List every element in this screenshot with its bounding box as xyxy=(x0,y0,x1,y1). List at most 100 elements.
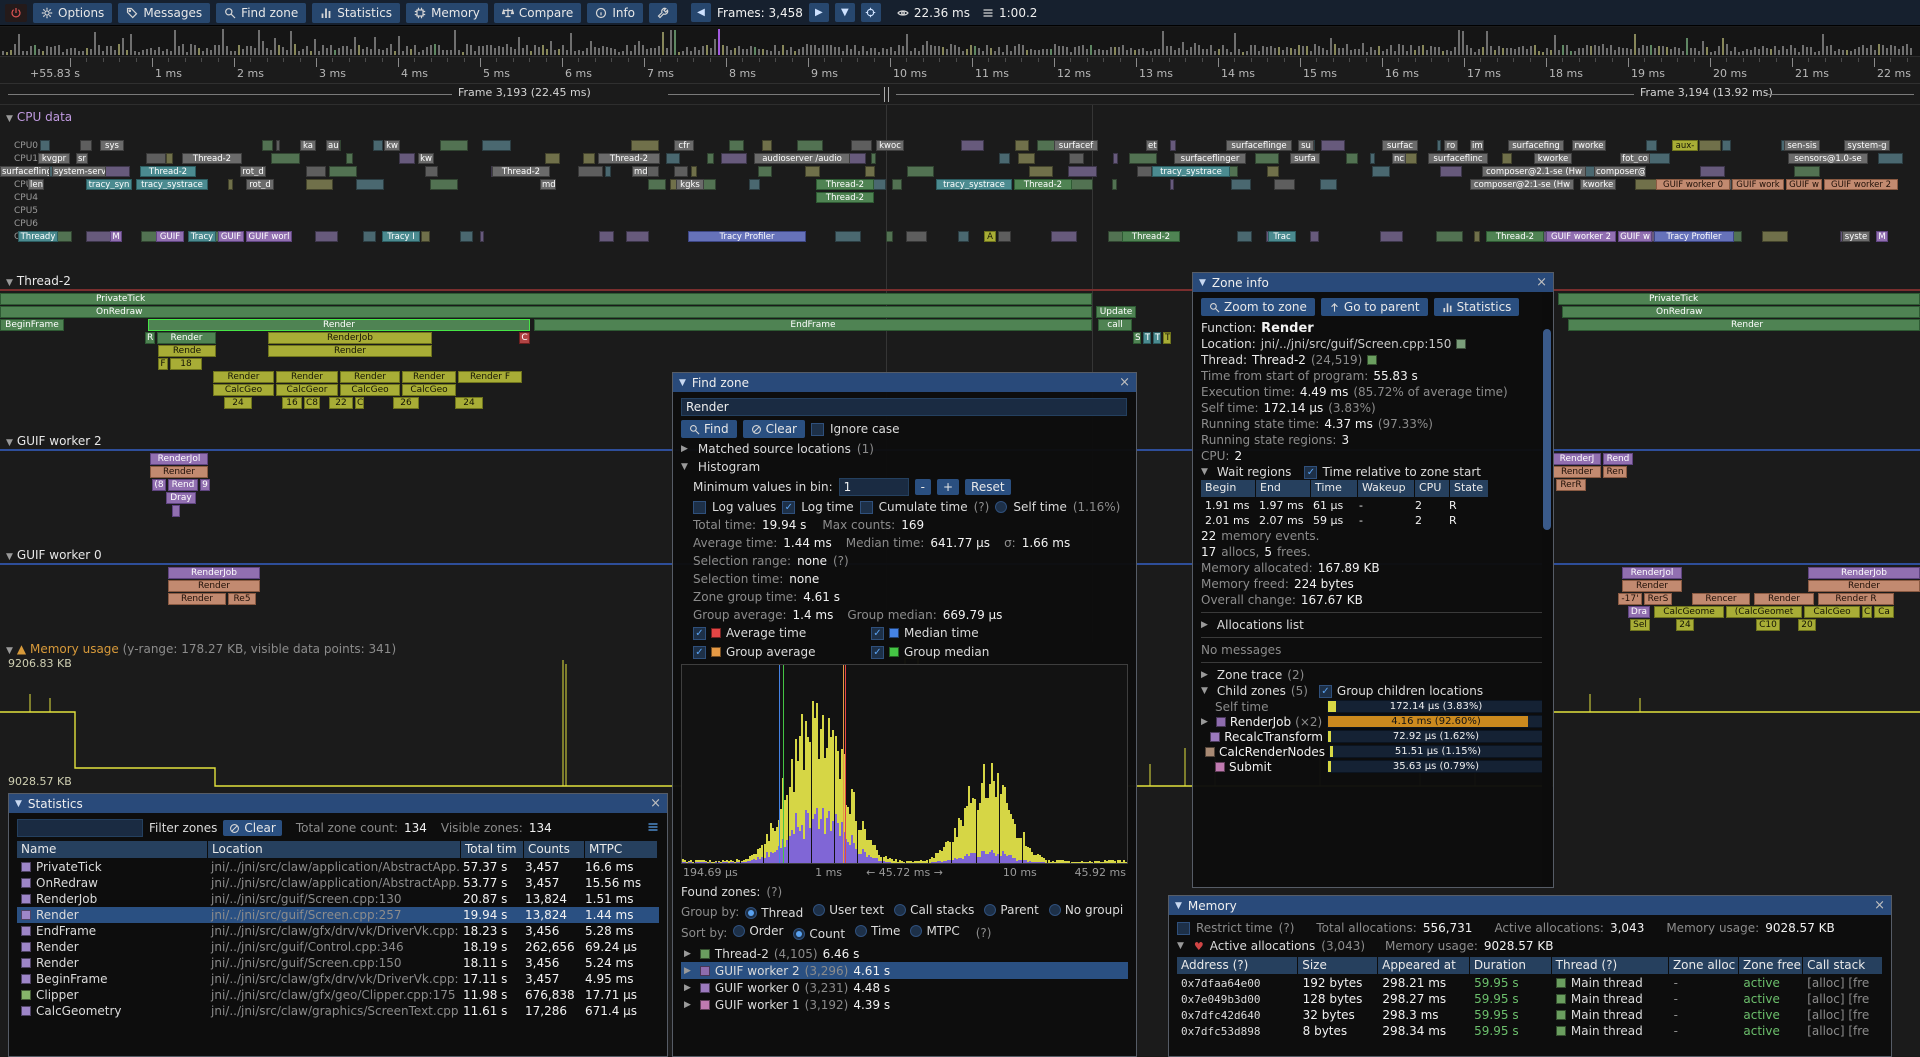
timeline-zone[interactable]: 20 xyxy=(1798,619,1816,631)
cpu-zone[interactable] xyxy=(721,153,748,164)
timeline-zone[interactable]: A xyxy=(984,231,996,242)
timeline-zone[interactable]: CalcGeo xyxy=(213,384,274,396)
cpu-zone[interactable] xyxy=(1237,231,1251,242)
cpu-zone[interactable] xyxy=(440,140,468,151)
cpu-zone[interactable] xyxy=(1170,140,1177,151)
timeline-zone[interactable]: Tracy xyxy=(188,231,216,242)
memory-column-header[interactable]: Size xyxy=(1298,957,1377,974)
cpu-zone[interactable] xyxy=(1129,153,1158,164)
wait-table-row[interactable]: 2.01 ms2.07 ms59 µs-2R xyxy=(1201,513,1545,528)
timeline-zone[interactable]: su xyxy=(1298,140,1314,151)
cpu-zone[interactable] xyxy=(797,140,823,151)
toolbar-button-options[interactable]: Options xyxy=(33,3,112,23)
timeline-zone[interactable]: au xyxy=(326,140,340,151)
timeline-zone[interactable]: 9 xyxy=(200,479,210,491)
memory-column-header[interactable]: Duration xyxy=(1470,957,1551,974)
cpu-zone[interactable] xyxy=(1635,179,1656,190)
table-row[interactable]: Clipperjni/../jni/src/claw/gfx/geo/Clipp… xyxy=(17,987,659,1003)
timeline-zone[interactable]: Rencer xyxy=(1692,593,1750,605)
cpu-zone[interactable] xyxy=(1762,231,1788,242)
timeline-zone[interactable]: len xyxy=(28,179,44,190)
timeline-zone[interactable]: CalcGeo xyxy=(402,384,456,396)
timeline-zone[interactable]: RerR xyxy=(1556,479,1586,491)
found-zone-group[interactable]: ▶GUIF worker 1(3,192)4.39 s xyxy=(681,996,1128,1013)
call-stack-cell[interactable]: [alloc] [fre xyxy=(1803,992,1883,1006)
address-cell[interactable]: 0x7dfc42d640 xyxy=(1177,1009,1299,1022)
timeline-zone[interactable]: tracy_systrace xyxy=(1152,166,1230,177)
sort-by-order[interactable]: Order xyxy=(733,924,783,938)
timeline-zone[interactable]: Render xyxy=(157,332,216,344)
legend-item-median-time[interactable]: Median time xyxy=(871,626,1128,640)
log-time-checkbox[interactable] xyxy=(782,501,795,514)
allocation-row[interactable]: 0x7dfc53d8988 bytes298.34 ms59.95 sMain … xyxy=(1177,1023,1883,1039)
timeline-zone[interactable]: system-g xyxy=(1844,140,1890,151)
cpu-zone[interactable] xyxy=(1646,140,1657,151)
timeline-zone[interactable]: Thread-2 xyxy=(1122,231,1180,242)
timeline-zone[interactable]: M xyxy=(110,231,122,242)
timeline-zone[interactable]: F xyxy=(158,358,168,370)
table-row[interactable]: OnRedrawjni/../jni/src/claw/application/… xyxy=(17,875,659,891)
timeline-zone[interactable]: GUIF work xyxy=(1732,179,1784,190)
expand-icon[interactable]: ▶ xyxy=(1201,670,1208,680)
cpu-zone[interactable] xyxy=(1794,166,1819,177)
allocation-row[interactable]: 0x7dfc42d64032 bytes298.3 ms59.95 sMain … xyxy=(1177,1007,1883,1023)
timeline-zone[interactable]: Trac xyxy=(1268,231,1296,242)
timeline-zone[interactable]: RenderJob xyxy=(1808,567,1920,579)
cpu-zone[interactable] xyxy=(166,153,172,164)
found-zone-group[interactable]: ▶Thread-2(4,105)6.46 s xyxy=(681,945,1128,962)
frame-overview-strip[interactable] xyxy=(0,27,1920,57)
sort-by-time[interactable]: Time xyxy=(855,924,900,938)
table-row[interactable]: Renderjni/../jni/src/guif/Screen.cpp:257… xyxy=(17,907,659,923)
cpu-zone[interactable] xyxy=(1700,166,1725,177)
timeline-zone[interactable]: Rend xyxy=(1603,453,1633,465)
timeline-zone[interactable]: Thready xyxy=(18,231,58,242)
timeline-zone[interactable]: surfacefing xyxy=(1508,140,1564,151)
cpu-zone[interactable] xyxy=(271,153,300,164)
timeline-zone[interactable]: C xyxy=(519,332,530,344)
cpu-zone[interactable] xyxy=(958,231,970,242)
timeline-zone[interactable]: C xyxy=(1862,606,1872,618)
stats-column-header[interactable]: Total tim xyxy=(461,841,523,858)
cpu-zone[interactable] xyxy=(80,140,92,151)
cpu-zone[interactable] xyxy=(583,153,595,164)
cpu-zone[interactable] xyxy=(1069,153,1084,164)
cpu-zone[interactable] xyxy=(1310,231,1320,242)
cpu-zone[interactable] xyxy=(1372,166,1390,177)
cpu-zone[interactable] xyxy=(1274,179,1295,190)
timeline-zone[interactable]: tracy_syn xyxy=(86,179,132,190)
restrict-time-checkbox[interactable] xyxy=(1177,922,1190,935)
expand-icon[interactable]: ▶ xyxy=(684,983,691,993)
collapse-icon[interactable]: ▼ xyxy=(679,378,686,388)
cpu-zone[interactable] xyxy=(674,166,689,177)
cpu-zone[interactable] xyxy=(835,231,861,242)
expand-icon[interactable]: ▶ xyxy=(1201,620,1208,630)
cpu-zone[interactable] xyxy=(1112,179,1118,190)
cpu-zone[interactable] xyxy=(460,231,472,242)
timeline-zone[interactable]: T xyxy=(1143,332,1151,344)
timeline-zone[interactable]: Thread-2 xyxy=(492,166,550,177)
thread-header[interactable]: ▼Thread-2 xyxy=(6,274,71,288)
child-zone-row[interactable]: Submit35.63 µs (0.79%) xyxy=(1201,759,1545,774)
find-button[interactable]: Find xyxy=(681,420,737,438)
timeline-zone[interactable]: Ren xyxy=(1603,466,1627,478)
cpu-zone[interactable] xyxy=(104,166,130,177)
call-stack-cell[interactable]: [alloc] [fre xyxy=(1803,976,1883,990)
cpu-zone[interactable] xyxy=(1137,166,1153,177)
stats-options-icon[interactable] xyxy=(647,821,659,836)
timeline-zone[interactable]: aux- xyxy=(1672,140,1698,151)
timeline-zone[interactable]: 18 xyxy=(170,358,202,370)
timeline-zone[interactable]: OnRedraw xyxy=(0,306,1092,318)
timeline-zone[interactable]: kworke xyxy=(1580,179,1616,190)
cpu-zone[interactable] xyxy=(1346,153,1358,164)
timeline-zone[interactable]: surfaceflinge xyxy=(1226,140,1292,151)
wait-column-header[interactable]: Wakeup xyxy=(1358,480,1414,497)
timeline-zone[interactable]: C10 xyxy=(1756,619,1780,631)
cpu-zone[interactable] xyxy=(262,140,273,151)
cpu-zone[interactable] xyxy=(329,166,357,177)
timeline-zone[interactable]: composer@2.1-se (Hw xyxy=(1482,166,1586,177)
cpu-zone[interactable] xyxy=(306,179,333,190)
timeline-zone[interactable]: sensors@1.0-se xyxy=(1788,153,1868,164)
toolbar-button-tools[interactable] xyxy=(649,3,677,23)
timeline-zone[interactable]: RenderJ xyxy=(1553,453,1601,465)
min-bin-increment-button[interactable]: + xyxy=(937,479,959,495)
